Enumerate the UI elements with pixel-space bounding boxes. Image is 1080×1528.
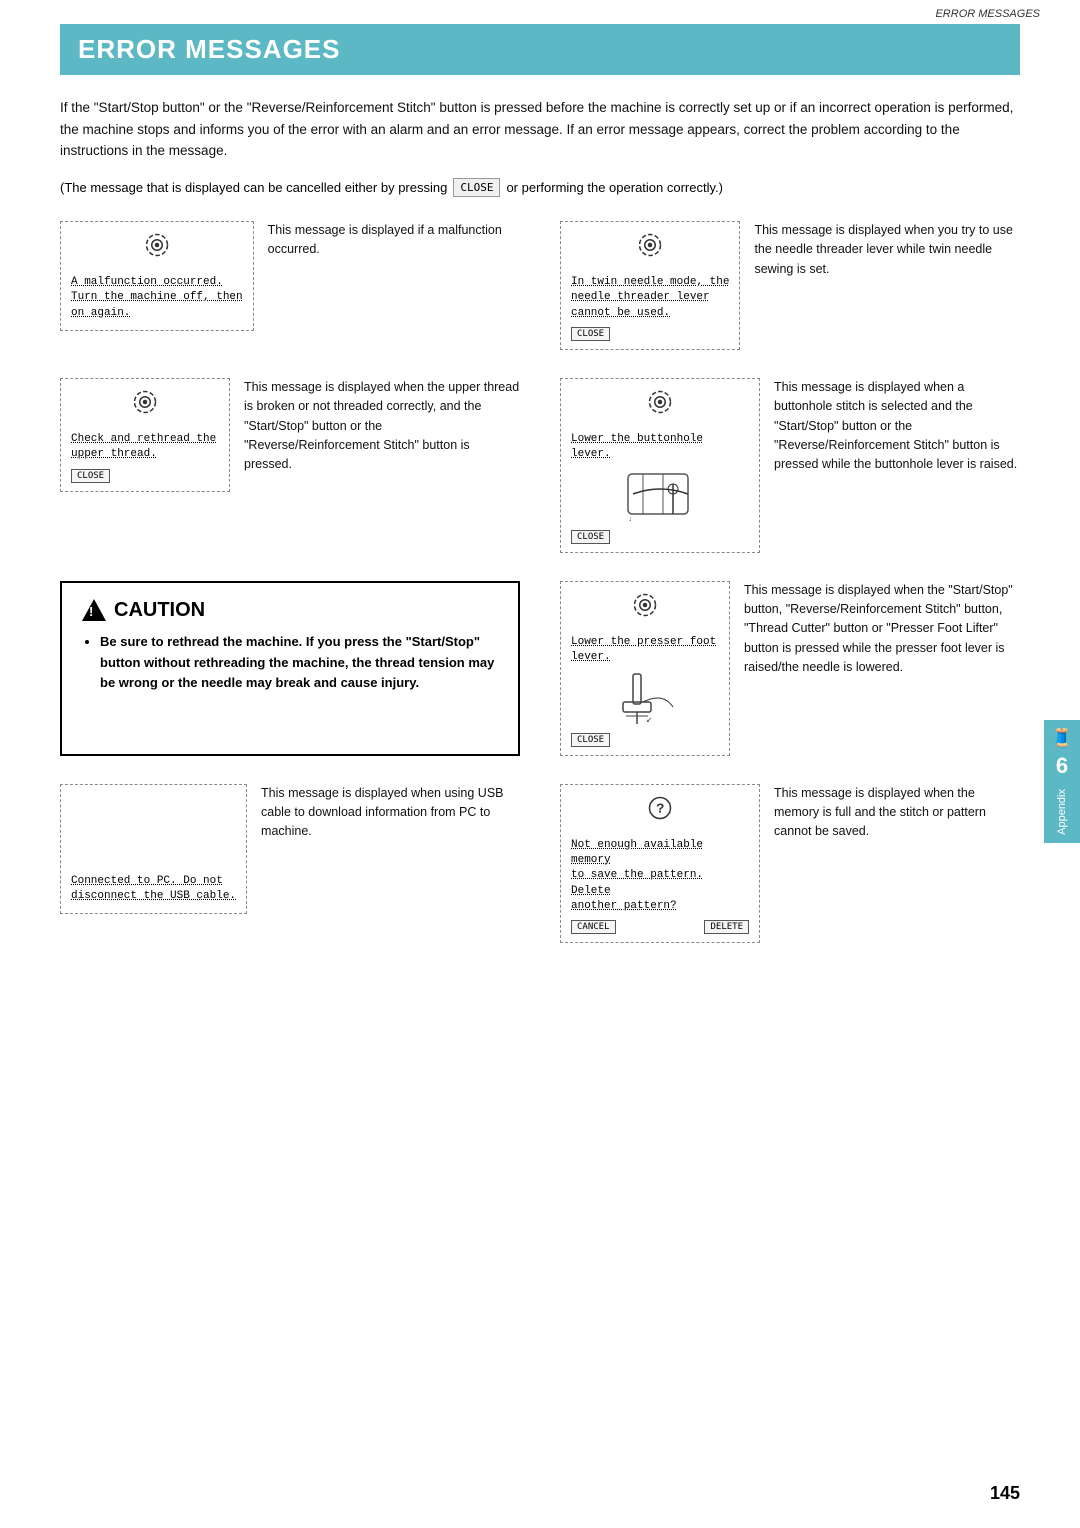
upper-thread-description: This message is displayed when the upper…: [244, 378, 520, 475]
upper-thread-close-btn[interactable]: CLOSE: [71, 469, 110, 483]
buttonhole-close-btn[interactable]: CLOSE: [571, 530, 610, 544]
cancel-note: (The message that is displayed can be ca…: [60, 178, 1020, 197]
delete-btn[interactable]: DELETE: [704, 920, 749, 934]
message-box-upper-thread: Check and rethread theupper thread. CLOS…: [60, 378, 230, 492]
upper-thread-icon: [130, 387, 160, 424]
close-key-label: CLOSE: [453, 178, 500, 197]
usb-description: This message is displayed when using USB…: [261, 784, 520, 842]
buttonhole-icon: [645, 387, 675, 424]
cancel-note-suffix: or performing the operation correctly.): [506, 180, 723, 195]
presser-foot-close-btn[interactable]: CLOSE: [571, 733, 610, 747]
page-header: ERROR MESSAGES: [0, 0, 1080, 24]
memory-description: This message is displayed when the memor…: [774, 784, 1020, 842]
caution-triangle-icon: !: [82, 599, 106, 621]
malfunction-description: This message is displayed if a malfuncti…: [268, 221, 520, 260]
memory-msg-text: Not enough available memoryto save the p…: [571, 838, 749, 915]
messages-row-bottom: Connected to PC. Do notdisconnect the US…: [60, 784, 1020, 944]
sidebar-icon: 🧵: [1051, 728, 1073, 749]
presser-foot-icon: [630, 590, 660, 627]
malfunction-msg-text: A malfunction occurred.Turn the machine …: [71, 275, 243, 321]
page-number: 145: [990, 1483, 1020, 1504]
message-box-twin-needle: In twin needle mode, theneedle threader …: [560, 221, 740, 350]
svg-text:?: ?: [656, 802, 664, 817]
messages-row-1: A malfunction occurred.Turn the machine …: [60, 221, 1020, 553]
caution-label: CAUTION: [114, 599, 205, 622]
intro-text: If the "Start/Stop button" or the "Rever…: [60, 97, 1020, 162]
buttonhole-lever-image: ↓: [620, 469, 700, 524]
memory-icon: ?: [645, 793, 675, 830]
upper-thread-msg-text: Check and rethread theupper thread.: [71, 432, 216, 463]
header-title: ERROR MESSAGES: [935, 8, 1040, 20]
presser-foot-image: ↙: [605, 672, 685, 727]
message-box-memory: ? Not enough available memoryto save the…: [560, 784, 760, 944]
message-pair-upper-thread: Check and rethread theupper thread. CLOS…: [60, 378, 520, 553]
message-pair-twin-needle: In twin needle mode, theneedle threader …: [560, 221, 1020, 350]
cancel-note-prefix: (The message that is displayed can be ca…: [60, 180, 447, 195]
message-pair-buttonhole: Lower the buttonhole lever. ↓ CLOSE: [560, 378, 1020, 553]
sidebar-number: 6: [1056, 753, 1068, 779]
cancel-btn[interactable]: CANCEL: [571, 920, 616, 934]
presser-foot-description: This message is displayed when the "Star…: [744, 581, 1020, 678]
message-box-buttonhole: Lower the buttonhole lever. ↓ CLOSE: [560, 378, 760, 553]
twin-needle-msg-text: In twin needle mode, theneedle threader …: [571, 275, 729, 321]
twin-needle-close-btn[interactable]: CLOSE: [571, 327, 610, 341]
memory-action-row: CANCEL DELETE: [571, 920, 749, 934]
message-pair-presser-foot: Lower the presser footlever. ↙ CLOSE Thi…: [560, 581, 1020, 756]
message-box-usb: Connected to PC. Do notdisconnect the US…: [60, 784, 247, 914]
caution-text: Be sure to rethread the machine. If you …: [82, 632, 498, 694]
sidebar-tab: 🧵 6 Appendix: [1044, 720, 1080, 843]
svg-text:↙: ↙: [646, 715, 652, 726]
message-pair-usb: Connected to PC. Do notdisconnect the US…: [60, 784, 520, 944]
svg-text:↓: ↓: [628, 516, 632, 524]
buttonhole-description: This message is displayed when a buttonh…: [774, 378, 1020, 475]
buttonhole-msg-text: Lower the buttonhole lever.: [571, 432, 749, 463]
message-pair-memory: ? Not enough available memoryto save the…: [560, 784, 1020, 944]
twin-needle-icon: [635, 230, 665, 267]
malfunction-icon: [142, 230, 172, 267]
message-box-presser-foot: Lower the presser footlever. ↙ CLOSE: [560, 581, 730, 756]
caution-section: ! CAUTION Be sure to rethread the machin…: [60, 581, 1020, 756]
sidebar-label: Appendix: [1056, 789, 1068, 835]
section-title: ERROR MESSAGES: [60, 24, 1020, 75]
caution-title: ! CAUTION: [82, 599, 498, 622]
usb-msg-text: Connected to PC. Do notdisconnect the US…: [71, 874, 236, 905]
caution-box: ! CAUTION Be sure to rethread the machin…: [60, 581, 520, 756]
content-area: ERROR MESSAGES If the "Start/Stop button…: [0, 24, 1080, 1011]
message-box-malfunction: A malfunction occurred.Turn the machine …: [60, 221, 254, 331]
message-pair-malfunction: A malfunction occurred.Turn the machine …: [60, 221, 520, 350]
presser-foot-msg-text: Lower the presser footlever.: [571, 635, 716, 666]
twin-needle-description: This message is displayed when you try t…: [754, 221, 1020, 279]
